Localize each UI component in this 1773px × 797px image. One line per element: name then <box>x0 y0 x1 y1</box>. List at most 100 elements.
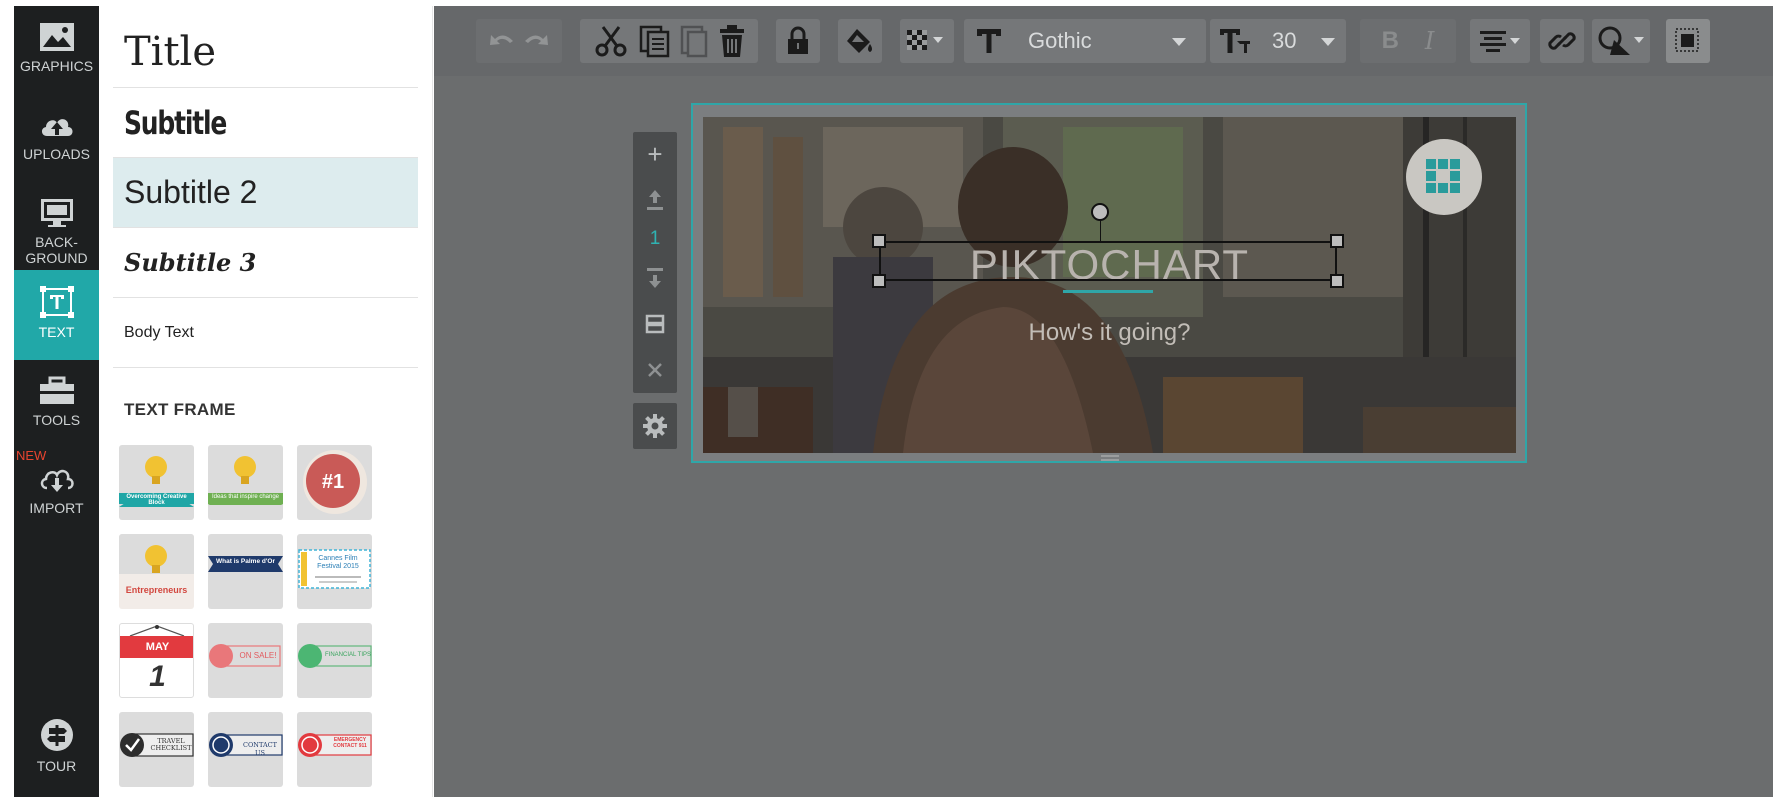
text-style-subtitle-3-label: Subtitle 3 <box>124 248 257 277</box>
nav-graphics[interactable]: GRAPHICS <box>14 6 99 94</box>
redo-icon[interactable] <box>519 29 551 53</box>
text-frame-cannes[interactable]: Cannes Film Festival 2015 <box>297 534 372 609</box>
piktochart-logo-icon <box>1426 159 1460 193</box>
text-style-title[interactable]: Title <box>113 16 418 88</box>
cloud-download-icon <box>40 469 74 492</box>
gear-icon <box>643 414 667 438</box>
duplicate-icon <box>645 314 665 334</box>
duplicate-block-button[interactable] <box>633 301 677 347</box>
sale-badge-icon <box>209 644 281 668</box>
nav-tour[interactable]: TOUR <box>14 702 99 790</box>
text-frame-calendar[interactable]: MAY 1 <box>119 623 194 698</box>
piktochart-editor: GRAPHICS UPLOADS BACK- GROUND TEXT TOOLS… <box>0 0 1773 797</box>
lock-button[interactable] <box>776 19 820 63</box>
text-frame-contact-us[interactable]: CONTACT US <box>208 712 283 787</box>
move-block-down-button[interactable] <box>633 255 677 301</box>
delete-block-button[interactable] <box>633 347 677 393</box>
nav-text-label: TEXT <box>38 324 75 340</box>
canvas-subtitle-text[interactable]: How's it going? <box>703 319 1516 347</box>
green-circle-icon <box>298 644 372 668</box>
text-frame-on-sale[interactable]: ON SALE! <box>208 623 283 698</box>
bold-button[interactable]: B <box>1382 27 1399 55</box>
text-frame-label: Entrepreneurs <box>125 585 188 595</box>
text-frame-emergency[interactable]: EMERGENCY CONTACT 911 <box>297 712 372 787</box>
undo-icon[interactable] <box>487 29 519 53</box>
transparency-button[interactable] <box>900 19 954 63</box>
text-frame-entrepreneurs[interactable]: Entrepreneurs <box>119 534 194 609</box>
block-resize-grip[interactable] <box>1101 455 1119 461</box>
cut-icon[interactable] <box>591 24 631 58</box>
text-frame-label: TRAVEL CHECKLIST <box>150 737 192 752</box>
font-size-value: 30 <box>1272 28 1297 53</box>
nav-tools[interactable]: TOOLS <box>14 360 99 448</box>
plus-icon: + <box>647 139 663 169</box>
copy-icon[interactable] <box>637 24 673 58</box>
toolbox-icon <box>39 376 74 404</box>
layer-position-icon <box>1675 28 1699 52</box>
text-frame-label: Ideas that inspire change <box>211 494 280 500</box>
fill-color-button[interactable] <box>838 19 882 63</box>
text-style-subtitle-3[interactable]: Subtitle 3 <box>113 228 418 298</box>
shape-style-button[interactable] <box>1592 19 1650 63</box>
text-frame-creative-block[interactable]: Overcoming Creative Block <box>119 445 194 520</box>
background-photo: PIKTOCHART How's it going? <box>703 117 1516 453</box>
text-style-body[interactable]: Body Text <box>113 298 418 368</box>
resize-handle-top-left[interactable] <box>872 234 886 248</box>
resize-handle-top-right[interactable] <box>1330 234 1344 248</box>
lock-icon <box>788 26 808 54</box>
italic-button[interactable]: I <box>1425 27 1434 55</box>
font-size-select[interactable]: 30 <box>1210 19 1346 63</box>
text-frame-palme-dor[interactable]: What is Palme d'Or <box>208 534 283 609</box>
resize-handle-bottom-right[interactable] <box>1330 274 1344 288</box>
resize-handle-bottom-left[interactable] <box>872 274 886 288</box>
ribbon-banner-icon <box>208 556 283 572</box>
editor-toolbar: Gothic 30 B I <box>434 6 1773 76</box>
block-settings-button[interactable] <box>633 403 677 449</box>
text-frame-number-one[interactable]: #1 <box>297 445 372 520</box>
nav-graphics-label: GRAPHICS <box>19 58 94 74</box>
rotate-handle[interactable] <box>1091 203 1109 221</box>
trash-icon[interactable] <box>717 24 747 58</box>
ticket-icon <box>298 549 371 589</box>
nav-background[interactable]: BACK- GROUND <box>14 182 99 270</box>
cloud-upload-icon <box>41 119 72 136</box>
text-frame-label: ON SALE! <box>239 651 277 660</box>
move-up-icon <box>647 190 663 210</box>
editor-area[interactable]: Gothic 30 B I + 1 PIKTOCHART How's it go… <box>434 6 1773 797</box>
arrange-button[interactable] <box>1666 19 1710 63</box>
text-frame-heading: TEXT FRAME <box>124 400 236 419</box>
nav-uploads[interactable]: UPLOADS <box>14 94 99 182</box>
text-align-button[interactable] <box>1470 19 1530 63</box>
text-frame-travel-checklist[interactable]: TRAVEL CHECKLIST <box>119 712 194 787</box>
calendar-day: 1 <box>149 660 166 693</box>
canvas-block[interactable]: PIKTOCHART How's it going? <box>691 103 1527 463</box>
text-style-subtitle-2[interactable]: Subtitle 2 <box>113 158 418 228</box>
text-panel: Title Subtitle Subtitle 2 Subtitle 3 Bod… <box>99 6 433 797</box>
text-style-subtitle[interactable]: Subtitle <box>113 88 418 158</box>
text-frame-ideas[interactable]: Ideas that inspire change <box>208 445 283 520</box>
nav-import-label: IMPORT <box>29 500 84 516</box>
text-frame-label: CONTACT US <box>243 741 277 757</box>
bold-italic-group: B I <box>1360 19 1456 63</box>
logo-circle[interactable] <box>1406 139 1482 215</box>
nav-text[interactable]: TEXT <box>14 270 109 360</box>
add-block-button[interactable]: + <box>633 132 677 177</box>
text-frame-label: What is Palme d'Or <box>216 558 275 565</box>
font-family-select[interactable]: Gothic <box>964 19 1206 63</box>
nav-uploads-label: UPLOADS <box>23 146 90 162</box>
left-navigation: GRAPHICS UPLOADS BACK- GROUND TEXT TOOLS… <box>14 6 109 797</box>
new-badge: NEW <box>16 448 47 463</box>
link-button[interactable] <box>1540 19 1584 63</box>
move-block-up-button[interactable] <box>633 177 677 223</box>
text-frame-label: Overcoming Creative Block <box>126 494 187 506</box>
text-frame-financial-tips[interactable]: FINANCIAL TIPS <box>297 623 372 698</box>
lightbulb-icon <box>119 534 194 574</box>
close-icon <box>648 363 662 377</box>
paste-icon[interactable] <box>677 24 711 58</box>
text-frame-label: Cannes Film Festival 2015 <box>317 555 359 570</box>
text-frame-icon <box>39 286 74 318</box>
nav-import[interactable]: NEW IMPORT <box>14 448 99 536</box>
chevron-down-icon <box>1321 38 1335 46</box>
checkerboard-icon <box>907 30 943 50</box>
move-down-icon <box>647 268 663 288</box>
